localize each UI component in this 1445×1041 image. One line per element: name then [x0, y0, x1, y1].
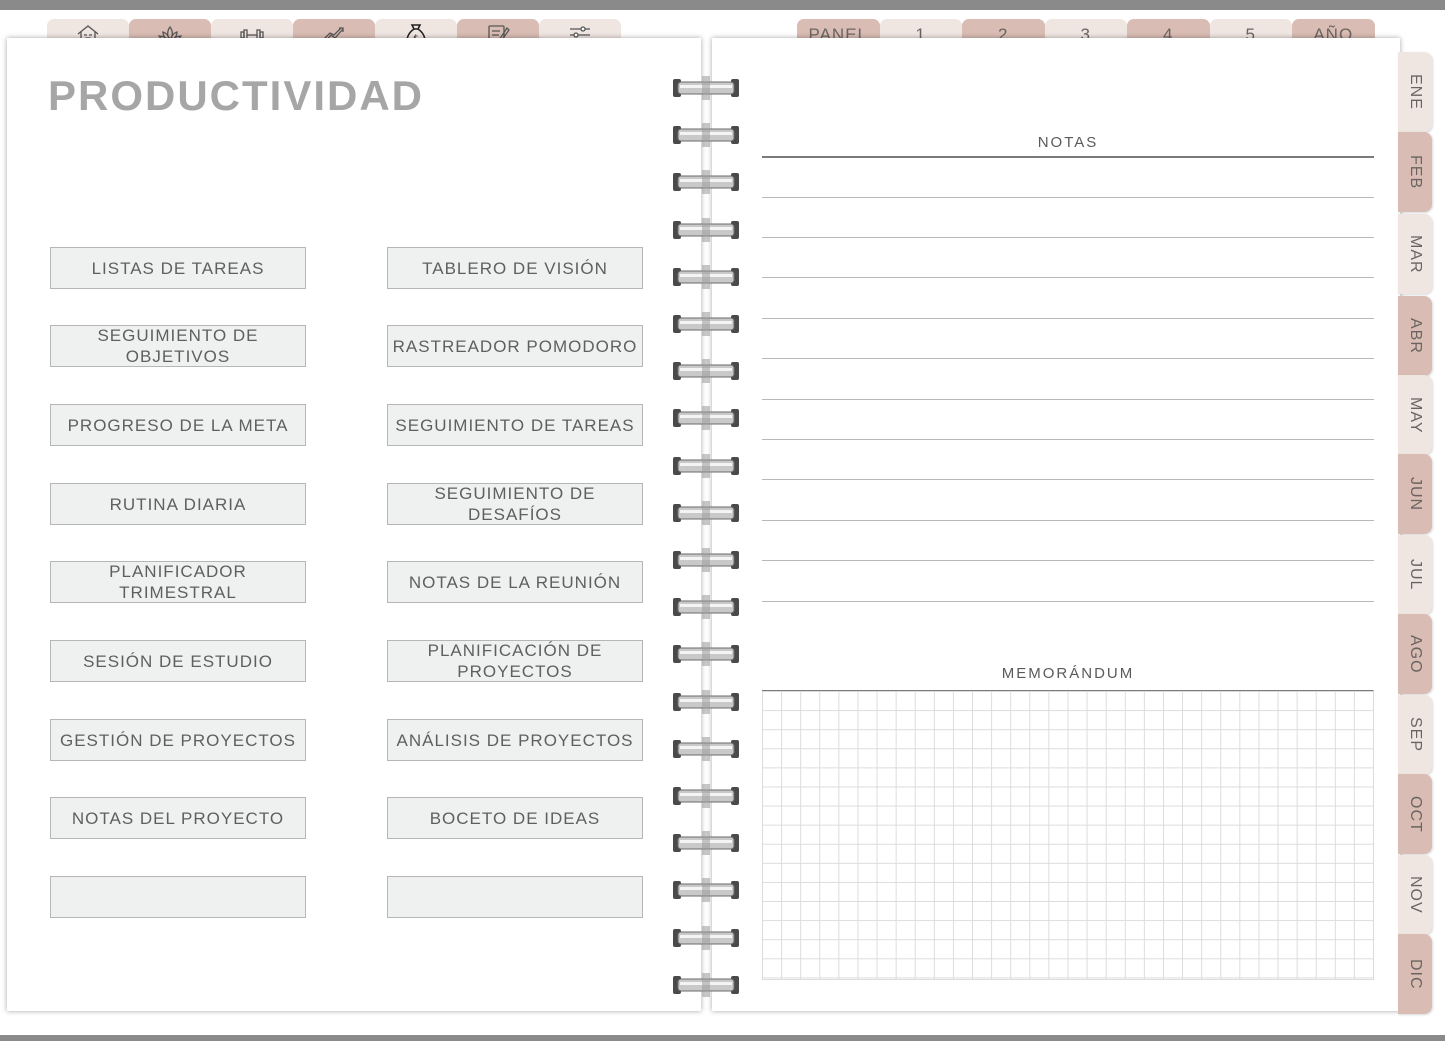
spiral-ring [673, 359, 739, 384]
month-label: AGO [1407, 634, 1424, 674]
link-challenge-tracking[interactable]: SEGUIMIENTO DE DESAFÍOS [387, 483, 643, 525]
spiral-ring [673, 217, 739, 242]
tab-month-jul[interactable]: JUL [1398, 535, 1432, 615]
notes-line [762, 197, 1374, 198]
month-label: ENE [1407, 74, 1424, 110]
link-project-management[interactable]: GESTIÓN DE PROYECTOS [50, 719, 306, 761]
tab-month-sep[interactable]: SEP [1398, 695, 1432, 775]
tab-month-nov[interactable]: NOV [1398, 855, 1432, 935]
memo-grid[interactable] [762, 690, 1374, 980]
notes-line [762, 237, 1374, 238]
tab-month-jun[interactable]: JUN [1398, 454, 1432, 534]
tab-month-dec[interactable]: DIC [1398, 934, 1432, 1014]
spiral-ring [673, 76, 739, 100]
month-label: MAR [1407, 234, 1424, 274]
link-task-lists[interactable]: LISTAS DE TAREAS [50, 247, 306, 289]
notes-line [762, 520, 1374, 521]
spiral-ring [673, 972, 739, 997]
notes-line [762, 318, 1374, 319]
spiral-ring [673, 312, 739, 336]
right-page: NOTAS MEMORÁNDUM [712, 38, 1400, 1011]
month-label: JUN [1407, 476, 1424, 512]
tab-month-feb[interactable]: FEB [1398, 132, 1432, 212]
spiral-ring [673, 784, 739, 808]
link-empty-right[interactable] [387, 876, 643, 918]
spiral-ring [673, 642, 739, 667]
link-idea-sketch[interactable]: BOCETO DE IDEAS [387, 797, 643, 839]
link-vision-board[interactable]: TABLERO DE VISIÓN [387, 247, 643, 289]
spiral-ring [673, 878, 739, 903]
notes-label: NOTAS [1037, 134, 1099, 151]
tab-month-apr[interactable]: ABR [1398, 296, 1432, 376]
spiral-ring [673, 500, 739, 525]
spiral-ring [673, 170, 739, 195]
link-meeting-notes[interactable]: NOTAS DE LA REUNIÓN [387, 561, 643, 603]
month-label: FEB [1407, 154, 1424, 190]
spiral-ring [673, 264, 739, 289]
tab-month-aug[interactable]: AGO [1398, 614, 1432, 694]
spiral-ring [673, 406, 739, 431]
tab-month-may[interactable]: MAY [1398, 375, 1432, 455]
tab-month-jan[interactable]: ENE [1398, 52, 1432, 132]
notes-line [762, 399, 1374, 400]
notes-line [762, 479, 1374, 480]
spiral-ring [673, 831, 739, 856]
link-study-session[interactable]: SESIÓN DE ESTUDIO [50, 640, 306, 682]
notes-line [762, 601, 1374, 602]
month-label: MAY [1407, 396, 1424, 434]
spiral-ring [673, 689, 739, 714]
link-goal-tracking[interactable]: SEGUIMIENTO DE OBJETIVOS [50, 325, 306, 367]
link-task-tracking[interactable]: SEGUIMIENTO DE TAREAS [387, 404, 643, 446]
spiral-ring [673, 736, 739, 761]
month-label: DIC [1407, 958, 1424, 990]
spiral-ring [673, 925, 739, 950]
spiral-ring [673, 123, 739, 148]
notes-line [762, 358, 1374, 359]
notes-line [762, 560, 1374, 561]
spiral-ring [673, 595, 739, 620]
tab-month-mar[interactable]: MAR [1398, 214, 1432, 294]
month-label: SEP [1407, 717, 1424, 753]
spiral-ring [673, 453, 739, 478]
month-label: JUL [1407, 559, 1424, 591]
month-label: OCT [1407, 795, 1424, 833]
month-label: NOV [1407, 876, 1424, 914]
memo-label: MEMORÁNDUM [1001, 665, 1135, 682]
link-empty-left[interactable] [50, 876, 306, 918]
left-page: PRODUCTIVIDAD LISTAS DE TAREAS SEGUIMIEN… [7, 38, 701, 1011]
page-title: PRODUCTIVIDAD [48, 72, 425, 119]
link-goal-progress[interactable]: PROGRESO DE LA META [50, 404, 306, 446]
notes-line [762, 439, 1374, 440]
bottom-bar [0, 1035, 1445, 1041]
spiral-ring [673, 548, 739, 572]
link-project-notes[interactable]: NOTAS DEL PROYECTO [50, 797, 306, 839]
link-project-planning[interactable]: PLANIFICACIÓN DE PROYECTOS [387, 640, 643, 682]
link-project-analysis[interactable]: ANÁLISIS DE PROYECTOS [387, 719, 643, 761]
link-pomodoro-tracker[interactable]: RASTREADOR POMODORO [387, 325, 643, 367]
link-quarterly-planner[interactable]: PLANIFICADOR TRIMESTRAL [50, 561, 306, 603]
spiral-binding [672, 48, 740, 1008]
notes-line [762, 277, 1374, 278]
month-label: ABR [1407, 318, 1424, 354]
tab-month-oct[interactable]: OCT [1398, 774, 1432, 854]
notes-header-rule [762, 156, 1374, 158]
link-daily-routine[interactable]: RUTINA DIARIA [50, 483, 306, 525]
